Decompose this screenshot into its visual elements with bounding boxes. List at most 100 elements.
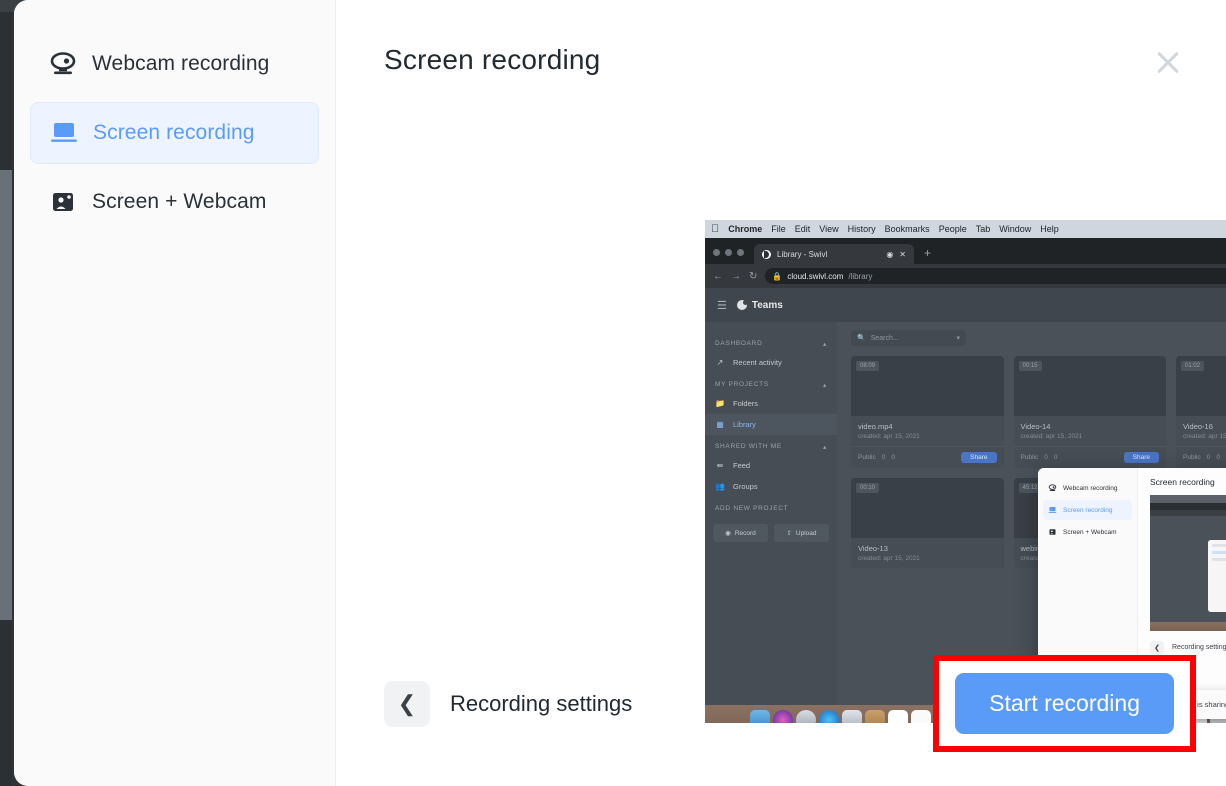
chevron-left-icon[interactable]: ❮: [1150, 640, 1164, 655]
nested-sidebar-item-screen[interactable]: Screen recording: [1043, 500, 1132, 520]
tabbar-right: [931, 250, 1226, 264]
nested-sidebar-item-screen-webcam[interactable]: Screen + Webcam: [1043, 522, 1132, 542]
nav-section-label: ADD NEW PROJECT: [715, 505, 789, 512]
window-controls[interactable]: [713, 249, 754, 264]
upload-button[interactable]: ⇧ Upload: [774, 524, 829, 542]
nested-item-label: Webcam recording: [1063, 484, 1118, 492]
mac-menu-bar:  Chrome File Edit View History Bookmark…: [705, 220, 1226, 238]
menu-people[interactable]: People: [939, 224, 967, 234]
l3-line: [1212, 558, 1226, 561]
record-button[interactable]: ◉ Record: [713, 524, 768, 542]
tab-recording-icon: ◉: [886, 249, 894, 259]
start-recording-button[interactable]: Start recording: [955, 673, 1174, 734]
tab-close-icon[interactable]: ✕: [899, 250, 906, 259]
sidebar-item-webcam-recording[interactable]: Webcam recording: [30, 33, 319, 95]
menu-tab[interactable]: Tab: [976, 224, 991, 234]
nav-section-label: DASHBOARD: [715, 340, 763, 347]
sidebar-item-screen-webcam[interactable]: Screen + Webcam: [30, 171, 319, 233]
search-input[interactable]: 🔍 Search... ▾: [851, 330, 966, 346]
browser-tab[interactable]: Library - Swivl ◉ ✕: [754, 244, 914, 264]
nav-item-library[interactable]: ▦ Library: [705, 414, 837, 435]
screen-webcam-icon: [48, 190, 92, 214]
webcam-icon: [48, 52, 92, 76]
browser-tab-bar: Library - Swivl ◉ ✕ +: [705, 238, 1226, 264]
nav-item-groups[interactable]: 👥 Groups: [705, 476, 837, 497]
l3-tab-bar: [1150, 503, 1226, 510]
modal-header: Screen recording: [384, 0, 1196, 82]
nav-item-recent-activity[interactable]: ↗ Recent activity: [705, 352, 837, 373]
lock-icon: 🔒: [772, 271, 783, 281]
table-row[interactable]: 00:15 Video-14 created: apr 15, 2021 Pub…: [1013, 356, 1166, 468]
table-row[interactable]: 08:09 video.mp4 created: apr 15, 2021 Pu…: [851, 356, 1004, 468]
page-title: Screen recording: [384, 44, 601, 75]
screen-root: Webcam recording Screen recording Screen…: [0, 0, 1226, 786]
reload-icon[interactable]: ↻: [749, 271, 757, 282]
menu-window[interactable]: Window: [999, 224, 1031, 234]
new-tab-button[interactable]: +: [914, 246, 931, 264]
table-row[interactable]: 01:02 Video-16 created: apr 15, 2021 Pub…: [1176, 356, 1226, 468]
nav-section-shared-with-me: SHARED WITH ME ▴: [705, 435, 837, 455]
menu-help[interactable]: Help: [1040, 224, 1059, 234]
close-icon[interactable]: [1148, 42, 1188, 82]
sidebar-item-label: Webcam recording: [92, 52, 270, 75]
video-thumbnail: 00:10: [851, 478, 1004, 538]
chevron-up-icon[interactable]: ▴: [823, 381, 827, 389]
share-button[interactable]: Share: [1123, 452, 1159, 463]
nav-item-folders[interactable]: 📁 Folders: [705, 393, 837, 414]
l3-dock: [1150, 622, 1226, 631]
views-count: 0: [1216, 454, 1220, 461]
nested-item-label: Screen + Webcam: [1063, 528, 1117, 536]
duration-badge: 00:15: [1018, 361, 1042, 371]
chevron-left-icon[interactable]: ❮: [384, 680, 430, 727]
arrow-left-icon[interactable]: ←: [713, 271, 723, 282]
filter-icon[interactable]: ▾: [956, 334, 960, 342]
app-content: 🔍 Search... ▾ 📁 Add Folder: [837, 322, 1226, 719]
l3-menu-bar: [1150, 495, 1226, 503]
folder-icon: 📁: [715, 399, 725, 408]
recording-settings-label[interactable]: Recording settings: [450, 691, 632, 717]
url-path: /library: [848, 271, 873, 281]
app-side-buttons: ◉ Record ⇧ Upload: [705, 516, 837, 542]
l3-app: [1150, 516, 1226, 631]
nested-screen-preview[interactable]: [1150, 495, 1226, 631]
chevron-up-icon[interactable]: ▴: [823, 340, 827, 348]
video-name: Video-16: [1183, 422, 1213, 431]
sidebar-item-label: Screen recording: [93, 121, 255, 144]
table-row[interactable]: 00:10 Video-13 created: apr 15, 2021: [851, 478, 1004, 568]
card-meta: Video-13 created: apr 15, 2021: [851, 538, 1004, 568]
swivl-app: ☰ Teams 🔔 Oksana Kharchenko okkharchenko…: [705, 288, 1226, 719]
menu-bookmarks[interactable]: Bookmarks: [885, 224, 930, 234]
nested-title: Screen recording: [1150, 477, 1215, 487]
nav-item-label: Library: [733, 420, 756, 429]
menu-history[interactable]: History: [848, 224, 876, 234]
modal-footer: ❮ Recording settings Start recording: [384, 655, 1196, 752]
nav-item-feed[interactable]: ⇚ Feed: [705, 455, 837, 476]
nav-item-label: Folders: [733, 399, 759, 408]
omnibox[interactable]: 🔒 cloud.swivl.com /library 🎤 🔍 ⊘ ☆: [765, 268, 1226, 284]
visibility-label: Public: [1183, 454, 1201, 461]
chevron-up-icon[interactable]: ▴: [823, 443, 827, 451]
record-icon: ◉: [725, 530, 731, 537]
views-count: 0: [891, 454, 895, 461]
hamburger-icon[interactable]: ☰: [717, 299, 727, 312]
screen-preview[interactable]:  Chrome File Edit View History Bookmark…: [705, 110, 1226, 723]
nested-item-label: Screen recording: [1063, 506, 1113, 514]
share-button[interactable]: Share: [961, 452, 997, 463]
menu-file[interactable]: File: [771, 224, 786, 234]
desktop-backdrop-left-upper: [0, 12, 12, 172]
menu-view[interactable]: View: [819, 224, 838, 234]
nested-footer: ❮ Recording settings Start recording: [1150, 640, 1226, 655]
app-sidebar: DASHBOARD ▴ ↗ Recent activity MY PROJECT…: [705, 322, 837, 705]
brand-label: Teams: [751, 299, 783, 311]
l3-line-active: [1212, 551, 1226, 554]
content-toolbar: 🔍 Search... ▾ 📁 Add Folder: [851, 330, 1226, 346]
video-name: Video-13: [858, 544, 888, 553]
activity-icon: ↗: [716, 358, 724, 367]
nested-sidebar-item-webcam[interactable]: Webcam recording: [1043, 478, 1132, 498]
menu-edit[interactable]: Edit: [795, 224, 811, 234]
menu-app-name: Chrome: [720, 224, 762, 234]
video-thumbnail: 08:09: [851, 356, 1004, 416]
card-footer: Public 0 0 Share: [851, 446, 1004, 468]
sidebar-item-screen-recording[interactable]: Screen recording: [30, 102, 319, 164]
arrow-right-icon[interactable]: →: [731, 271, 741, 282]
